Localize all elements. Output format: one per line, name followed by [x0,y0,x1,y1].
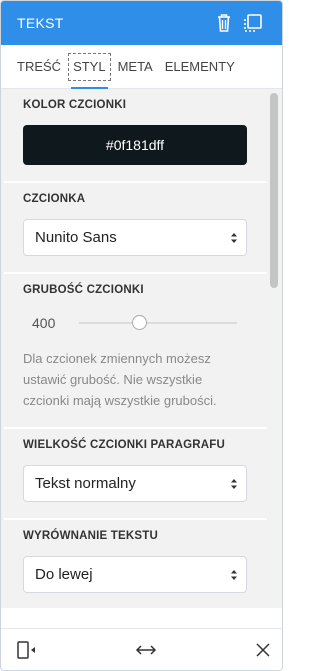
panel-footer [1,628,282,670]
tab-content[interactable]: TREŚĆ [11,52,67,82]
font-weight-help-text: Dla czcionek zmiennych możesz ustawić gr… [23,351,217,408]
tab-bar: TREŚĆ STYL META ELEMENTY [1,45,282,90]
font-select-value: Nunito Sans [35,229,117,246]
select-arrows-icon [231,570,237,580]
font-weight-slider-thumb[interactable] [131,315,147,330]
font-label: CZCIONKA [23,193,86,205]
device-preview-icon[interactable] [15,641,37,659]
tab-meta[interactable]: META [112,52,159,82]
font-section: CZCIONKA Nunito Sans [4,183,267,274]
scrollbar[interactable] [267,89,282,608]
alignment-select[interactable]: Do lewej [23,556,247,593]
font-color-value: #0f181dff [105,137,165,153]
settings-scroll-area[interactable]: KOLOR CZCIONKI #0f181dff CZCIONKA Nunito… [1,89,282,608]
font-select[interactable]: Nunito Sans [23,219,247,256]
trash-icon[interactable] [213,12,235,34]
scrollbar-thumb[interactable] [270,93,278,288]
alignment-label: WYRÓWNANIE TEKSTU [23,530,159,542]
close-icon[interactable] [252,641,274,659]
text-settings-panel: TEKST TREŚĆ STYL META ELEMENTY KOLOR CZC… [0,0,283,671]
resize-horizontal-icon[interactable] [135,641,157,659]
font-weight-label: GRUBOŚĆ CZCIONKI [23,284,144,296]
font-color-section: KOLOR CZCIONKI #0f181dff [4,89,267,183]
font-color-label: KOLOR CZCIONKI [23,99,127,111]
alignment-section: WYRÓWNANIE TEKSTU Do lewej [4,520,267,608]
paragraph-size-value: Tekst normalny [35,475,136,492]
font-weight-slider-row: 400 [23,310,248,336]
alignment-value: Do lewej [35,566,93,583]
font-weight-section: GRUBOŚĆ CZCIONKI 400 Dla czcionek zmienn… [4,274,267,429]
select-arrows-icon [231,479,237,489]
paragraph-size-section: WIELKOŚĆ CZCIONKI PARAGRAFU Tekst normal… [4,429,267,520]
duplicate-icon[interactable] [242,12,264,34]
paragraph-size-select[interactable]: Tekst normalny [23,465,247,502]
panel-title: TEKST [17,15,64,31]
font-weight-slider[interactable] [79,315,237,330]
font-weight-value: 400 [32,315,56,331]
paragraph-size-label: WIELKOŚĆ CZCIONKI PARAGRAFU [23,439,225,451]
tab-style[interactable]: STYL [67,52,112,90]
tab-elements[interactable]: ELEMENTY [159,52,241,82]
panel-header: TEKST [1,1,282,45]
font-color-picker[interactable]: #0f181dff [23,125,247,165]
select-arrows-icon [231,233,237,243]
